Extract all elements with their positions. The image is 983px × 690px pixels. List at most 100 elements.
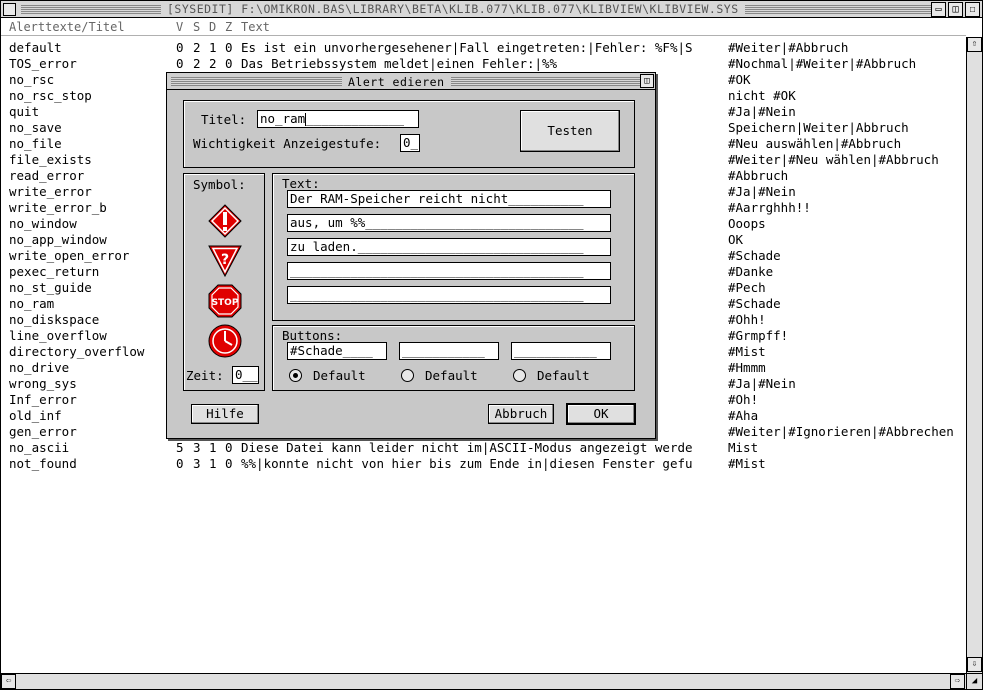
cell-z: 0 <box>225 56 233 71</box>
cell-buttons: Mist <box>728 440 759 455</box>
clock-sign-icon[interactable] <box>208 324 242 358</box>
text-line-3[interactable]: zu laden.______________________________ <box>287 238 611 256</box>
window-title: [SYSEDIT] F:\OMIKRON.BAS\LIBRARY\BETA\KL… <box>161 2 745 16</box>
cell-z: 0 <box>225 440 233 455</box>
scroll-left-arrow-icon[interactable]: ⇦ <box>1 674 16 689</box>
cell-buttons: #Oh! <box>728 392 759 407</box>
scroll-right-arrow-icon[interactable]: ⇨ <box>950 674 965 689</box>
exclamation-sign-icon[interactable] <box>208 204 242 238</box>
cell-buttons: #Schade <box>728 248 781 263</box>
titel-input-value: no_ram <box>260 111 306 126</box>
cell-buttons: #Weiter|#Abbruch <box>728 40 849 55</box>
zeit-input[interactable]: 0__ <box>232 366 259 384</box>
window-menu-button[interactable]: ☐ <box>965 2 980 17</box>
cell-buttons: #Ja|#Nein <box>728 376 796 391</box>
hilfe-button[interactable]: Hilfe <box>191 404 259 424</box>
cell-name: quit <box>9 104 40 119</box>
column-z-header[interactable]: Z <box>225 20 232 34</box>
text-line-4[interactable]: _______________________________________ <box>287 262 611 280</box>
text-line-5[interactable]: _______________________________________ <box>287 286 611 304</box>
titel-label: Titel: <box>201 112 247 127</box>
close-box[interactable] <box>3 3 16 16</box>
cell-name: wrong_sys <box>9 376 77 391</box>
cell-v: 0 <box>176 56 184 71</box>
question-sign-icon[interactable]: ? <box>208 244 242 278</box>
column-v-header[interactable]: V <box>176 20 183 34</box>
dialog-fuller-button[interactable]: ◫ <box>640 74 654 88</box>
cell-buttons: #Ja|#Nein <box>728 184 796 199</box>
cell-d: 1 <box>209 456 217 471</box>
cell-buttons: #Weiter|#Ignorieren|#Abbrechen <box>728 424 954 439</box>
cell-name: no_window <box>9 216 77 231</box>
cell-buttons: #Weiter|#Neu wählen|#Abbruch <box>728 152 939 167</box>
cell-text: Das Betriebssystem meldet|einen Fehler:|… <box>241 56 558 71</box>
column-header: Alerttexte/Titel V S D Z Text <box>1 18 966 36</box>
cell-buttons: #Pech <box>728 280 766 295</box>
svg-text:?: ? <box>221 252 229 268</box>
button-field-2[interactable]: ___________ <box>399 342 499 360</box>
cell-buttons: #Danke <box>728 264 774 279</box>
cell-buttons: #Abbruch <box>728 168 789 183</box>
table-row[interactable]: default 0 2 1 0 Es ist ein unvorhergesehener|… <box>1 39 966 55</box>
vertical-scrollbar[interactable]: ⇧ ⇩ <box>966 37 982 673</box>
column-name-header[interactable]: Alerttexte/Titel <box>9 20 125 34</box>
fuller-button[interactable]: ◫ <box>948 2 963 17</box>
stop-sign-icon[interactable]: STOP <box>208 284 242 318</box>
column-d-header[interactable]: D <box>209 20 216 34</box>
table-row[interactable]: no_ascii 5 3 1 0 Diese Datei kann leider nich… <box>1 439 966 455</box>
dialog-title: Alert edieren <box>342 75 451 89</box>
title-panel: Titel: no_ram_____________ Wichtigkeit A… <box>183 100 635 168</box>
symbol-panel: Symbol: ? STOP Zeit: 0__ <box>183 173 265 391</box>
default-radio-1[interactable] <box>289 369 302 382</box>
testen-button[interactable]: Testen <box>520 110 620 152</box>
cell-buttons: #Grmpff! <box>728 328 789 343</box>
buttons-label: Buttons: <box>282 328 343 343</box>
text-line-2[interactable]: aus, um %%_____________________________ <box>287 214 611 232</box>
cell-buttons: #Schade <box>728 296 781 311</box>
titel-input[interactable]: no_ram_____________ <box>257 110 419 128</box>
dialog-titlebar[interactable]: Alert edieren ◫ <box>167 73 655 90</box>
default-radio-3[interactable] <box>513 369 526 382</box>
cell-text: Diese Datei kann leider nicht im|ASCII-M… <box>241 440 693 455</box>
cell-name: directory_overflow <box>9 344 145 359</box>
text-line-1[interactable]: Der RAM-Speicher reicht nicht__________ <box>287 190 611 208</box>
cell-v: 5 <box>176 440 184 455</box>
table-row[interactable]: not_found 0 3 1 0 %%|konnte nicht von hier bi… <box>1 455 966 471</box>
scroll-down-arrow-icon[interactable]: ⇩ <box>967 657 982 672</box>
cell-name: write_open_error <box>9 248 130 263</box>
cell-name: no_app_window <box>9 232 107 247</box>
default-radio-3-label: Default <box>537 368 590 383</box>
column-text-header[interactable]: Text <box>241 20 270 34</box>
button-field-1[interactable]: #Schade____ <box>287 342 387 360</box>
ok-button[interactable]: OK <box>566 403 636 425</box>
cell-buttons: Ooops <box>728 216 766 231</box>
cell-name: pexec_return <box>9 264 100 279</box>
cell-buttons: #Neu auswählen|#Abbruch <box>728 136 902 151</box>
cell-buttons: #Nochmal|#Weiter|#Abbruch <box>728 56 917 71</box>
cell-name: write_error_b <box>9 200 107 215</box>
cell-s: 3 <box>193 440 201 455</box>
cell-buttons: #Hmmm <box>728 360 766 375</box>
cell-name: no_ascii <box>9 440 70 455</box>
cell-s: 2 <box>193 56 201 71</box>
wichtigkeit-input[interactable]: 0_ <box>400 134 420 152</box>
cell-name: no_st_guide <box>9 280 92 295</box>
button-field-3[interactable]: ___________ <box>511 342 611 360</box>
resize-handle-icon[interactable]: ◢ <box>966 673 982 689</box>
cell-name: no_rsc_stop <box>9 88 92 103</box>
horizontal-scrollbar[interactable]: ⇦ ⇨ <box>1 673 966 689</box>
cell-z: 0 <box>225 40 233 55</box>
cell-name: old_inf <box>9 408 62 423</box>
abbruch-button[interactable]: Abbruch <box>488 404 554 424</box>
cell-name: not_found <box>9 456 77 471</box>
cell-name: Inf_error <box>9 392 77 407</box>
window-titlebar[interactable]: [SYSEDIT] F:\OMIKRON.BAS\LIBRARY\BETA\KL… <box>1 1 982 18</box>
table-row[interactable]: TOS_error 0 2 2 0 Das Betriebssystem meldet|e… <box>1 55 966 71</box>
default-radio-2[interactable] <box>401 369 414 382</box>
wichtigkeit-label: Wichtigkeit Anzeigestufe: <box>193 136 382 151</box>
column-s-header[interactable]: S <box>193 20 200 34</box>
cell-v: 0 <box>176 456 184 471</box>
cell-name: file_exists <box>9 152 92 167</box>
scroll-up-arrow-icon[interactable]: ⇧ <box>967 37 982 52</box>
iconify-button[interactable]: ▭ <box>931 2 946 17</box>
